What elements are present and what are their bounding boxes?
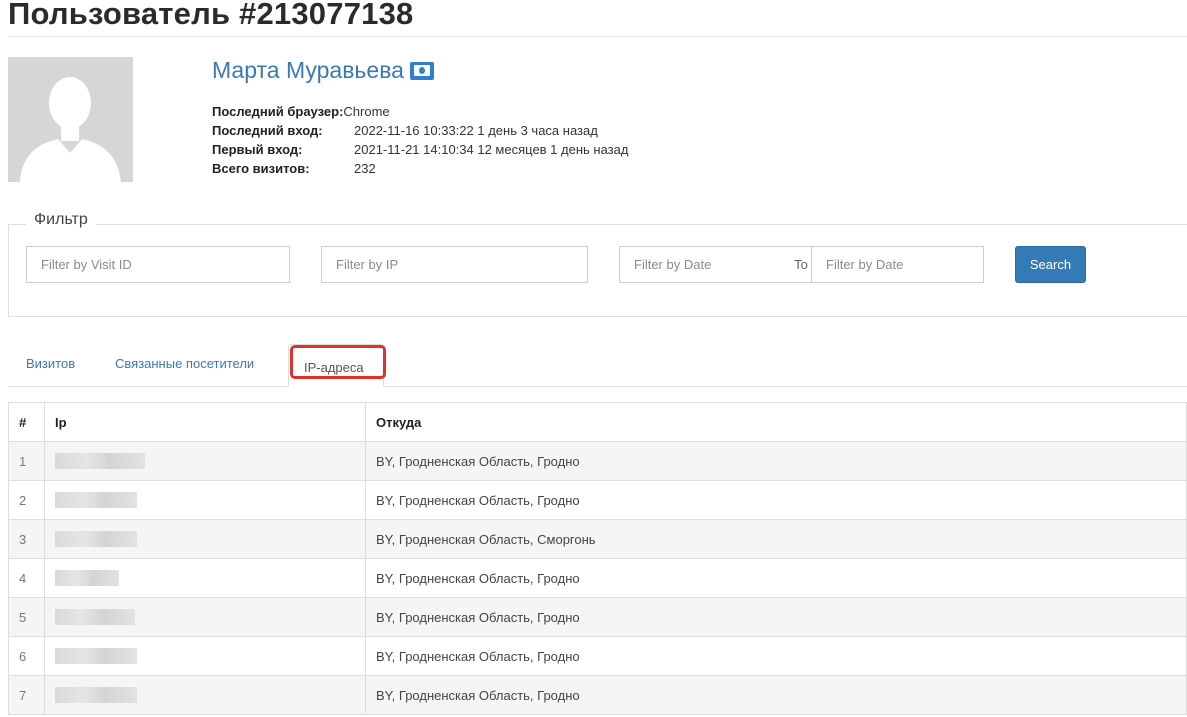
from-cell: BY, Гродненская Область, Сморгонь — [365, 519, 1187, 559]
column-header-from[interactable]: Откуда — [365, 402, 1187, 442]
info-value: Chrome — [343, 104, 390, 119]
row-number: 1 — [8, 441, 45, 481]
info-label: Последний вход: — [212, 123, 323, 138]
tab-visits[interactable]: Визитов — [26, 356, 75, 371]
row-number: 4 — [8, 558, 45, 598]
column-header-ip[interactable]: Ip — [44, 402, 366, 442]
search-button[interactable]: Search — [1015, 246, 1086, 283]
info-value: 2021-11-21 14:10:34 12 месяцев 1 день на… — [354, 142, 629, 157]
table-row: 3 BY, Гродненская Область, Сморгонь — [8, 519, 1187, 559]
ip-cell — [44, 480, 366, 520]
filter-legend: Фильтр — [26, 211, 96, 229]
ip-cell — [44, 636, 366, 676]
date-from-filter-input[interactable] — [619, 246, 791, 283]
table-row: 6 BY, Гродненская Область, Гродно — [8, 636, 1187, 676]
tab-bar: Визитов Связанные посетители — [8, 342, 1187, 387]
tab-ip-addresses-label[interactable]: IP-адреса — [304, 360, 364, 375]
from-cell: BY, Гродненская Область, Гродно — [365, 597, 1187, 637]
from-cell: BY, Гродненская Область, Гродно — [365, 636, 1187, 676]
info-row-total-visits: Всего визитов: 232 — [212, 159, 628, 178]
ip-cell — [44, 519, 366, 559]
info-value: 232 — [354, 161, 376, 176]
redacted-ip — [55, 609, 135, 625]
ip-cell — [44, 441, 366, 481]
table-row: 4 BY, Гродненская Область, Гродно — [8, 558, 1187, 598]
redacted-ip — [55, 648, 137, 664]
table-header-row: # Ip Откуда — [8, 402, 1187, 442]
redacted-ip — [55, 570, 119, 586]
page-title: Пользователь #213077138 — [8, 0, 414, 31]
redacted-ip — [55, 687, 137, 703]
user-name-text[interactable]: Марта Муравьева — [212, 57, 404, 84]
row-number: 5 — [8, 597, 45, 637]
tab-related-visitors[interactable]: Связанные посетители — [115, 356, 254, 371]
from-cell: BY, Гродненская Область, Гродно — [365, 558, 1187, 598]
redacted-ip — [55, 453, 145, 469]
avatar — [8, 57, 133, 182]
date-to-filter-input[interactable] — [811, 246, 984, 283]
from-cell: BY, Гродненская Область, Гродно — [365, 441, 1187, 481]
info-value: 2022-11-16 10:33:22 1 день 3 часа назад — [354, 123, 598, 138]
table-row: 2 BY, Гродненская Область, Гродно — [8, 480, 1187, 520]
row-number: 6 — [8, 636, 45, 676]
table-row: 5 BY, Гродненская Область, Гродно — [8, 597, 1187, 637]
user-silhouette-icon — [8, 57, 133, 182]
info-row-last-login: Последний вход: 2022-11-16 10:33:22 1 де… — [212, 121, 628, 140]
ip-cell — [44, 675, 366, 715]
info-row-browser: Последний браузер: Chrome — [212, 102, 628, 121]
visit-id-filter-input[interactable] — [26, 246, 290, 283]
date-range-to-label: To — [790, 246, 812, 283]
row-number: 7 — [8, 675, 45, 715]
ip-filter-input[interactable] — [321, 246, 588, 283]
id-card-icon — [409, 61, 434, 80]
ip-cell — [44, 558, 366, 598]
user-info: Последний браузер: Chrome Последний вход… — [212, 102, 628, 178]
info-label: Первый вход: — [212, 142, 303, 157]
row-number: 3 — [8, 519, 45, 559]
info-row-first-login: Первый вход: 2021-11-21 14:10:34 12 меся… — [212, 140, 628, 159]
user-name[interactable]: Марта Муравьева — [212, 57, 434, 84]
table-row: 7 BY, Гродненская Область, Гродно — [8, 675, 1187, 715]
redacted-ip — [55, 531, 137, 547]
redacted-ip — [55, 492, 137, 508]
ip-table: # Ip Откуда 1 BY, Гродненская Область, Г… — [8, 402, 1187, 715]
from-cell: BY, Гродненская Область, Гродно — [365, 675, 1187, 715]
info-label: Последний браузер: — [212, 104, 344, 119]
info-label: Всего визитов: — [212, 161, 310, 176]
row-number: 2 — [8, 480, 45, 520]
table-row: 1 BY, Гродненская Область, Гродно — [8, 441, 1187, 481]
title-divider — [8, 36, 1187, 37]
from-cell: BY, Гродненская Область, Гродно — [365, 480, 1187, 520]
ip-cell — [44, 597, 366, 637]
column-header-number[interactable]: # — [8, 402, 45, 442]
